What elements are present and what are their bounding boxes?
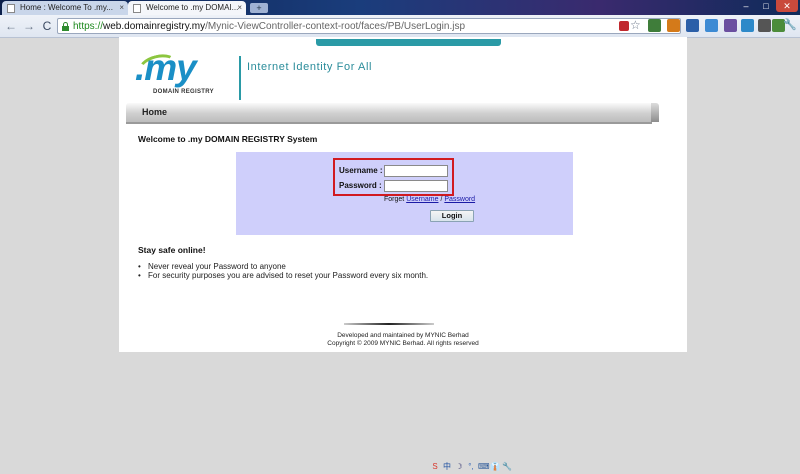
- tray-icon[interactable]: ☽: [454, 462, 464, 472]
- minimize-button[interactable]: –: [736, 0, 756, 12]
- tab-close-icon[interactable]: ×: [237, 1, 242, 15]
- lock-icon: [62, 22, 69, 31]
- nav-endcap: [651, 103, 659, 122]
- password-input[interactable]: [384, 180, 448, 192]
- forgot-password-link[interactable]: Password: [444, 196, 475, 203]
- username-input[interactable]: [384, 165, 448, 177]
- page-title: Welcome to .my DOMAIN REGISTRY System: [138, 134, 318, 144]
- header-divider: [239, 56, 241, 100]
- tray-icon[interactable]: ⌨: [478, 462, 490, 472]
- page-icon: [7, 4, 15, 13]
- site-tagline: Internet Identity For All: [247, 61, 373, 73]
- tray-icon[interactable]: 中: [442, 462, 452, 472]
- system-tray: S 中 ☽ °, ⌨ 👔 🔧: [430, 460, 522, 474]
- tray-icon[interactable]: 👔: [490, 462, 500, 472]
- safety-heading: Stay safe online!: [138, 245, 206, 255]
- list-item: Never reveal your Password to anyone: [138, 262, 428, 271]
- forgot-separator: /: [440, 196, 443, 203]
- reload-button[interactable]: C: [39, 18, 55, 34]
- new-tab-button[interactable]: +: [250, 3, 268, 13]
- forward-button[interactable]: →: [21, 18, 37, 34]
- footer-divider: [344, 323, 434, 325]
- footer-copyright: Copyright © 2009 MYNIC Berhad. All right…: [327, 340, 479, 347]
- extension-icon[interactable]: [705, 19, 718, 32]
- header-accent-bar: [316, 39, 501, 46]
- mynic-logo[interactable]: .my DOMAIN REGISTRY: [135, 45, 239, 97]
- tray-icon[interactable]: °,: [466, 462, 476, 472]
- tab-close-icon[interactable]: ×: [119, 1, 124, 15]
- extension-icon[interactable]: [758, 19, 771, 32]
- extension-icon[interactable]: [667, 19, 680, 32]
- nav-home-link[interactable]: Home: [142, 107, 167, 117]
- wrench-menu-icon[interactable]: 🔧: [783, 18, 797, 31]
- forgot-credentials: Forget Username / Password: [384, 196, 475, 203]
- forgot-username-link[interactable]: Username: [406, 196, 438, 203]
- extension-icon[interactable]: [724, 19, 737, 32]
- address-bar[interactable]: https://web.domainregistry.my/Mynic-View…: [57, 18, 681, 34]
- list-item: For security purposes you are advised to…: [138, 271, 428, 280]
- main-nav: Home: [126, 103, 659, 124]
- extension-icon[interactable]: [686, 19, 699, 32]
- close-window-button[interactable]: ✕: [776, 0, 798, 12]
- browser-toolbar: ← → C https://web.domainregistry.my/Myni…: [0, 15, 800, 38]
- tab-welcome-domain[interactable]: Welcome to .my DOMAI... ×: [128, 1, 246, 15]
- tray-icon[interactable]: S: [430, 462, 440, 472]
- footer-developed: Developed and maintained by MYNIC Berhad: [337, 332, 469, 339]
- browser-titlebar: Home : Welcome To .my... × Welcome to .m…: [0, 0, 800, 15]
- username-label: Username :: [339, 166, 383, 175]
- extension-icon[interactable]: [741, 19, 754, 32]
- tab-title: Welcome to .my DOMAI...: [146, 3, 239, 12]
- url-text: https://web.domainregistry.my/Mynic-View…: [73, 21, 466, 32]
- extension-icon[interactable]: [648, 19, 661, 32]
- logo-subtitle: DOMAIN REGISTRY: [153, 89, 214, 95]
- tab-title: Home : Welcome To .my...: [20, 3, 113, 12]
- safety-tips: Never reveal your Password to anyone For…: [138, 262, 428, 280]
- login-button[interactable]: Login: [430, 210, 474, 222]
- tray-icon[interactable]: 🔧: [502, 462, 512, 472]
- page-action-icon[interactable]: [619, 21, 629, 31]
- forgot-prefix: Forget: [384, 196, 405, 203]
- logo-text: .my: [135, 47, 197, 88]
- password-label: Password :: [339, 181, 382, 190]
- page-content: .my DOMAIN REGISTRY Internet Identity Fo…: [119, 37, 687, 352]
- page-icon: [133, 4, 141, 13]
- bookmark-star-icon[interactable]: ☆: [630, 18, 641, 32]
- back-button[interactable]: ←: [3, 18, 19, 34]
- tab-home-welcome[interactable]: Home : Welcome To .my... ×: [2, 1, 128, 15]
- maximize-button[interactable]: □: [756, 0, 776, 12]
